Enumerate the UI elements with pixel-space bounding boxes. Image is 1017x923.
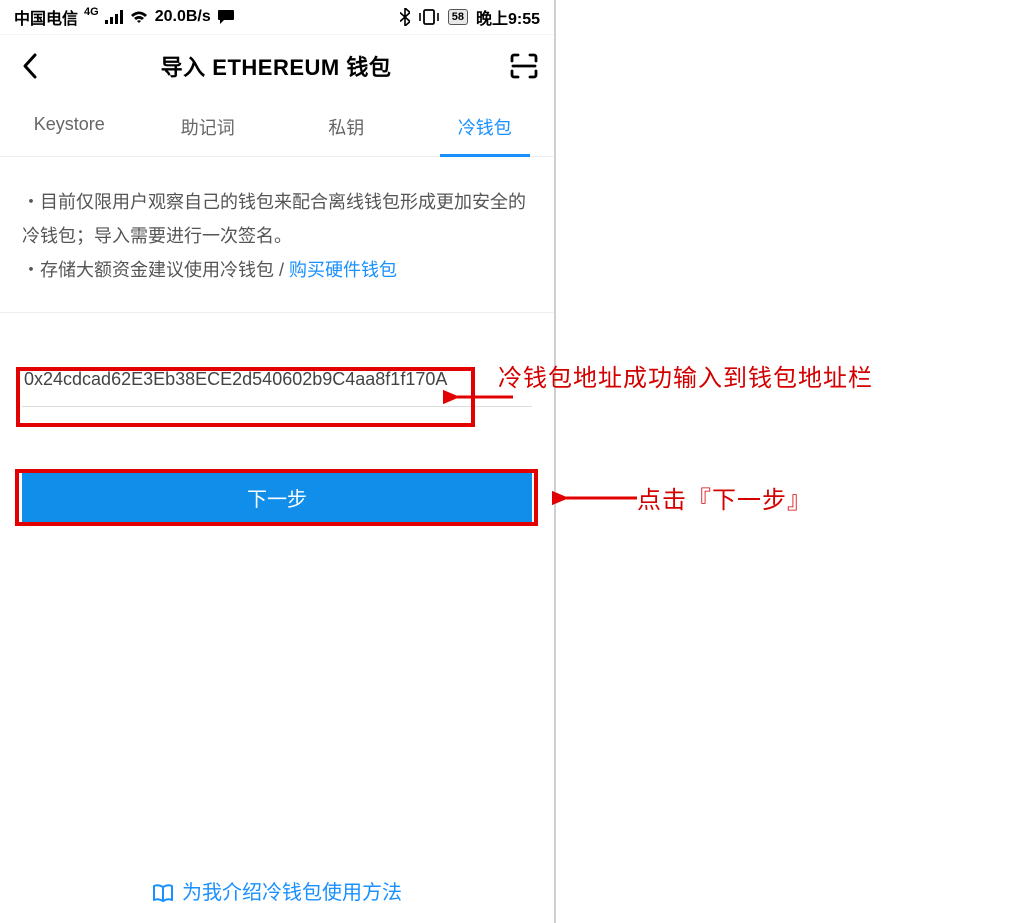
page-title: 导入 ETHEREUM 钱包 <box>161 50 392 82</box>
book-icon <box>152 884 174 904</box>
back-icon[interactable] <box>16 48 42 84</box>
phone-frame: 中国电信 4G 20.0B/s 58 晚上9:55 <box>0 0 556 923</box>
nav-bar: 导入 ETHEREUM 钱包 <box>0 34 554 96</box>
network-speed: 20.0B/s <box>155 8 211 26</box>
help-link[interactable]: 为我介绍冷钱包使用方法 <box>0 876 554 905</box>
signal-4g-icon: 4G <box>84 6 99 18</box>
bluetooth-icon <box>400 8 410 26</box>
info-line1: ・目前仅限用户观察自己的钱包来配合离线钱包形成更加安全的冷钱包；导入需要进行一次… <box>22 185 532 253</box>
tab-coldwallet[interactable]: 冷钱包 <box>416 96 555 156</box>
chat-bubble-icon <box>217 9 235 25</box>
annotation-text-2: 点击『下一步』 <box>637 480 812 515</box>
signal-bars-icon <box>105 10 123 24</box>
annotation-text-1: 冷钱包地址成功输入到钱包地址栏 <box>498 358 873 393</box>
scan-icon[interactable] <box>510 53 538 79</box>
tabs: Keystore 助记词 私钥 冷钱包 <box>0 96 554 157</box>
status-bar: 中国电信 4G 20.0B/s 58 晚上9:55 <box>0 0 554 34</box>
carrier-text: 中国电信 <box>14 5 78 29</box>
tab-mnemonic[interactable]: 助记词 <box>139 96 278 156</box>
next-button[interactable]: 下一步 <box>22 469 532 526</box>
vibrate-icon <box>418 9 440 25</box>
wifi-icon <box>129 10 149 24</box>
info-line2: ・存储大额资金建议使用冷钱包 / 购买硬件钱包 <box>22 253 532 287</box>
battery-icon: 58 <box>448 9 468 25</box>
tab-privatekey[interactable]: 私钥 <box>277 96 416 156</box>
tab-keystore[interactable]: Keystore <box>0 96 139 156</box>
clock-text: 晚上9:55 <box>476 5 540 29</box>
buy-hardware-link[interactable]: 购买硬件钱包 <box>289 260 397 280</box>
info-panel: ・目前仅限用户观察自己的钱包来配合离线钱包形成更加安全的冷钱包；导入需要进行一次… <box>0 157 554 313</box>
